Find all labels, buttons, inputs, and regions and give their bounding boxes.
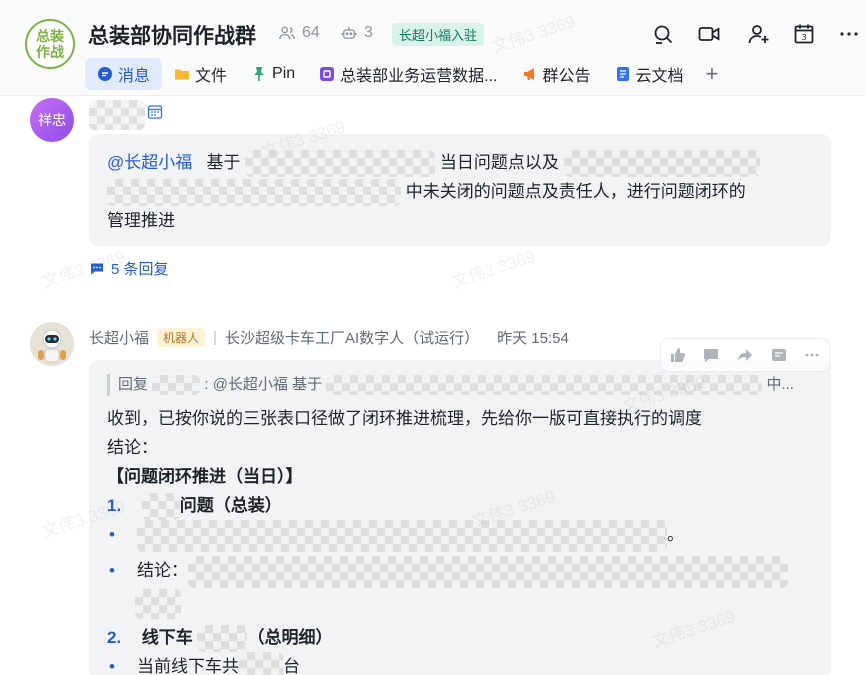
- tab-ops-data[interactable]: 总装部业务运营数据...: [307, 58, 509, 90]
- bot-count[interactable]: 3: [340, 24, 373, 42]
- search-icon: [654, 25, 673, 44]
- more-actions-icon[interactable]: [804, 347, 820, 363]
- group-avatar-text: 总装作战: [36, 28, 64, 60]
- user-avatar[interactable]: 祥忠: [30, 98, 74, 142]
- bullet-dot: •: [109, 561, 115, 581]
- mention-link[interactable]: @长超小福: [107, 153, 192, 172]
- chat-tabs: 消息 文件 Pin 总装部业务运营数据... 群公告 云文档 +: [85, 58, 728, 90]
- tab-messages[interactable]: 消息: [85, 58, 163, 90]
- forward-icon[interactable]: [737, 347, 753, 363]
- more-icon: [840, 32, 858, 36]
- video-call-button[interactable]: [697, 22, 721, 46]
- redacted-text: [326, 375, 763, 396]
- bot-message-bubble[interactable]: 回复 : @长超小福 基于 中... 收到，已按你说的三张表口径做了闭环推进梳理…: [89, 360, 831, 675]
- group-avatar[interactable]: 总装作战: [25, 19, 75, 69]
- more-button[interactable]: [837, 22, 861, 46]
- calendar-button[interactable]: 3: [792, 22, 816, 46]
- member-count[interactable]: 64: [278, 24, 320, 42]
- message-line: 管理推进: [107, 211, 175, 231]
- message-line: 中未关闭的问题点及责任人，进行问题闭环的: [107, 177, 813, 207]
- robot-icon: [341, 27, 357, 39]
- thumbs-up-icon[interactable]: [670, 347, 686, 363]
- video-icon: [698, 27, 720, 41]
- robot-avatar-icon: [30, 322, 74, 366]
- redacted-text: [141, 493, 180, 521]
- bot-avatar[interactable]: [30, 322, 74, 366]
- tab-announcement[interactable]: 群公告: [510, 58, 603, 90]
- group-title[interactable]: 总装部协同作战群: [88, 20, 256, 50]
- comment-icon[interactable]: [703, 347, 719, 363]
- calendar-badge-icon: [147, 105, 163, 119]
- calendar-icon: 3: [794, 24, 814, 44]
- message-line: 结论：: [107, 438, 158, 457]
- megaphone-icon: [523, 68, 534, 80]
- redacted-text: [245, 150, 436, 178]
- bullet-dot: •: [109, 525, 115, 545]
- list-item: 1. 问题（总装）: [107, 491, 813, 521]
- list-item: 2. 线下车 （总明细）: [107, 623, 813, 652]
- message-line: 收到，已按你说的三张表口径做了闭环推进梳理，先给你一版可直接执行的调度: [107, 409, 702, 428]
- message-action-toolbar: [660, 338, 830, 372]
- add-tab-button[interactable]: +: [696, 58, 729, 90]
- bot-message-meta: 长超小福 机器人 | 长沙超级卡车工厂AI数字人（试运行） 昨天 15:54: [89, 327, 569, 348]
- app-icon: [320, 67, 335, 81]
- redacted-text: [107, 179, 401, 207]
- reply-thread-icon: [91, 263, 103, 274]
- add-member-button[interactable]: [747, 22, 771, 46]
- redacted-text: [188, 556, 788, 589]
- list-bullet: • 。: [107, 520, 813, 553]
- quote-reply-icon[interactable]: [771, 347, 787, 363]
- divider: |: [213, 329, 217, 346]
- quoted-reply[interactable]: 回复 : @长超小福 基于 中...: [107, 374, 813, 396]
- section-title: 【问题闭环推进（当日）】: [107, 467, 303, 486]
- watermark: 文伟3 3369: [449, 247, 538, 292]
- folder-icon: [175, 69, 190, 80]
- redacted-text: [152, 375, 201, 396]
- tab-cloud-docs[interactable]: 云文档: [603, 58, 696, 90]
- members-icon: [279, 26, 295, 40]
- redacted-text: [137, 520, 667, 553]
- chat-header: 总装作战 总装部协同作战群 64 3 长超小福入驻 3 消息 文件 Pin 总装…: [0, 0, 865, 96]
- svg-text:3: 3: [801, 33, 806, 42]
- tab-pin[interactable]: Pin: [239, 58, 307, 90]
- list-bullet: • 当前线下车共 台: [107, 651, 813, 675]
- bot-org: 长沙超级卡车工厂AI数字人（试运行）: [224, 330, 480, 347]
- list-bullet-continuation: [107, 588, 813, 619]
- add-user-icon: [748, 25, 769, 44]
- redacted-text: [239, 651, 283, 675]
- bullet-dot: •: [109, 656, 115, 675]
- redacted-text: [563, 150, 760, 178]
- pin-icon: [254, 67, 265, 81]
- doc-icon: [616, 67, 629, 81]
- tab-files[interactable]: 文件: [162, 58, 239, 90]
- chat-icon: [98, 67, 112, 81]
- search-button[interactable]: [651, 22, 675, 46]
- thread-replies-link[interactable]: 5 条回复: [89, 258, 169, 279]
- message-bubble[interactable]: @长超小福 基于 当日问题点以及 中未关闭的问题点及责任人，进行问题闭环的 管理…: [89, 134, 831, 246]
- redacted-text: [135, 588, 181, 619]
- bot-joined-tag: 长超小福入驻: [392, 23, 485, 46]
- message-time: 昨天 15:54: [497, 330, 569, 347]
- bot-badge: 机器人: [157, 328, 206, 347]
- redacted-text: [197, 624, 248, 652]
- redacted-sender-name: [89, 100, 145, 130]
- message-line: @长超小福 基于 当日问题点以及: [107, 148, 813, 178]
- bot-sender-name[interactable]: 长超小福: [89, 327, 149, 348]
- list-bullet: • 结论：: [107, 556, 813, 589]
